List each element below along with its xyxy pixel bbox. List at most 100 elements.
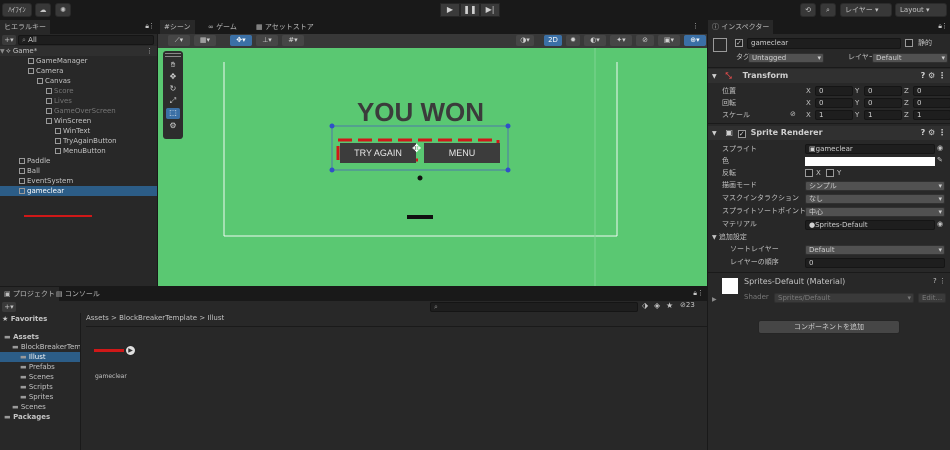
hierarchy-item[interactable]: WinText xyxy=(0,126,157,136)
additional-settings-foldout[interactable]: ▼ 追加設定 xyxy=(712,231,747,243)
tab-project[interactable]: ▣ プロジェクト xyxy=(0,287,59,301)
try-again-button[interactable]: TRY AGAIN xyxy=(340,143,416,163)
cloud-icon[interactable]: ☁ xyxy=(35,3,51,17)
lighting-icon[interactable]: ✹ xyxy=(566,35,580,46)
win-text[interactable]: YOU WON xyxy=(328,98,513,126)
layout-dropdown[interactable]: Layout ▾ xyxy=(895,3,947,17)
snap-icon[interactable]: ⊥▾ xyxy=(256,35,278,46)
position-z-field[interactable]: 0 xyxy=(913,86,950,96)
layers-dropdown[interactable]: レイヤー ▾ xyxy=(840,3,892,17)
create-button[interactable]: +▾ xyxy=(2,35,16,45)
axis-label[interactable]: X xyxy=(806,109,811,121)
hierarchy-item[interactable]: WinScreen xyxy=(0,116,157,126)
grid-snap-icon[interactable]: #▾ xyxy=(282,35,304,46)
flip-x-checkbox[interactable] xyxy=(805,169,813,177)
static-checkbox[interactable] xyxy=(905,39,913,47)
component-menu-icon[interactable]: ? ⚙ ⋮ xyxy=(921,69,946,83)
project-folder-item[interactable]: ▬ Scripts xyxy=(0,382,80,392)
filter-by-type-icon[interactable]: ⬗ xyxy=(642,301,648,310)
object-picker-icon[interactable]: ◉ xyxy=(937,144,943,152)
search-icon[interactable]: ⌕ xyxy=(820,3,836,17)
order-field[interactable]: 0 xyxy=(805,258,945,268)
account-button[interactable]: ﾊｲﾌｲﾝ xyxy=(2,3,32,17)
hierarchy-search-input[interactable]: ⌕ All xyxy=(18,35,154,45)
axis-label[interactable]: Y xyxy=(855,109,859,121)
flip-y-checkbox[interactable] xyxy=(826,169,834,177)
hierarchy-item[interactable]: Paddle xyxy=(0,156,157,166)
project-folder-item[interactable]: ▬ Sprites xyxy=(0,392,80,402)
audio-icon[interactable]: ◐▾ xyxy=(584,35,606,46)
expand-sprite-icon[interactable]: ▶ xyxy=(126,346,135,355)
add-component-button[interactable]: コンポーネントを追加 xyxy=(758,320,900,334)
asset-thumbnail[interactable]: ▶ xyxy=(94,346,135,356)
transform-header[interactable]: ▼ ⤡ Transform ? ⚙ ⋮ xyxy=(708,69,950,83)
favorite-icon[interactable]: ★ xyxy=(666,301,673,310)
material-menu-icon[interactable]: ? ⋮ xyxy=(933,277,946,285)
hierarchy-item[interactable]: EventSystem xyxy=(0,176,157,186)
draw-mode-dropdown[interactable]: シンプル ▾ xyxy=(805,181,945,191)
position-y-field[interactable]: 0 xyxy=(864,86,902,96)
tab-asset-store[interactable]: ▦ アセットストア xyxy=(252,20,318,34)
scale-tool-icon[interactable]: ⤢ xyxy=(166,96,180,107)
tab-console[interactable]: ▤ コンソール xyxy=(52,287,104,301)
more-icon[interactable]: ⋮ xyxy=(941,22,948,30)
hierarchy-item[interactable]: MenuButton xyxy=(0,146,157,156)
shader-edit-button[interactable]: Edit... xyxy=(918,293,946,303)
tab-game[interactable]: ∞ ゲーム xyxy=(204,20,241,34)
scene-viewport[interactable]: ✋︎ ✥ ↻ ⤢ ⬚ ⚙ YOU WON TRY AGAIN MENU ✥ xyxy=(158,48,707,286)
effects-icon[interactable]: ✦▾ xyxy=(610,35,632,46)
breadcrumb-template[interactable]: BlockBreakerTemplate xyxy=(119,314,197,322)
project-folder-item[interactable]: ▬ Packages xyxy=(0,412,80,422)
axis-label[interactable]: X xyxy=(806,97,811,109)
expand-arrow-icon[interactable]: ▶ xyxy=(712,296,717,303)
project-folder-item[interactable]: ▬ Assets xyxy=(0,332,80,342)
sprite-field[interactable]: ▣gameclear xyxy=(805,144,935,154)
hierarchy-item[interactable]: TryAgainButton xyxy=(0,136,157,146)
eyedropper-icon[interactable]: ✎ xyxy=(937,156,943,164)
sort-point-dropdown[interactable]: 中心 ▾ xyxy=(805,207,945,217)
transform-tool-icon[interactable]: ⚙ xyxy=(166,121,180,132)
menu-button[interactable]: MENU xyxy=(424,143,500,163)
scene-row[interactable]: ▼⟡ Game* ⋮ xyxy=(0,46,157,56)
scene-more-icon[interactable]: ⋮ xyxy=(146,46,153,56)
breadcrumb-assets[interactable]: Assets xyxy=(86,314,109,322)
sprite-renderer-header[interactable]: ▼ ▣ ✓ Sprite Renderer ? ⚙ ⋮ xyxy=(708,126,950,140)
tab-hierarchy[interactable]: ヒエラルキー xyxy=(0,20,50,34)
object-name-input[interactable]: gameclear xyxy=(747,38,901,49)
axis-label[interactable]: Z xyxy=(904,109,909,121)
hierarchy-item[interactable]: Lives xyxy=(0,96,157,106)
asset-label[interactable]: gameclear xyxy=(95,371,127,383)
mode-2d-toggle[interactable]: 2D xyxy=(544,35,562,46)
palette-grip-icon[interactable] xyxy=(165,53,181,57)
hierarchy-item[interactable]: GameManager xyxy=(0,56,157,66)
hand-tool-icon[interactable]: ✋︎ xyxy=(166,60,180,71)
move-tool-icon[interactable]: ✥ xyxy=(166,72,180,83)
axis-label[interactable]: Y xyxy=(855,85,859,97)
pause-button[interactable]: ❚❚ xyxy=(460,3,480,17)
axis-label[interactable]: Z xyxy=(904,97,909,109)
gizmo-grid-icon[interactable]: ▦▾ xyxy=(194,35,216,46)
play-button[interactable]: ▶ xyxy=(440,3,460,17)
favorites-row[interactable]: ★ Favorites xyxy=(2,314,47,324)
axis-label[interactable]: X xyxy=(806,85,811,97)
more-icon[interactable]: ⋮ xyxy=(148,22,155,30)
move-handle-icon[interactable]: ✥ xyxy=(412,142,426,155)
hidden-objects-icon[interactable]: ⊘ xyxy=(636,35,654,46)
hierarchy-item[interactable]: Score xyxy=(0,86,157,96)
shading-icon[interactable]: ◑▾ xyxy=(516,35,534,46)
project-folder-item[interactable]: ▬ Scenes xyxy=(0,372,80,382)
material-field[interactable]: ●Sprites-Default xyxy=(805,220,935,230)
sorting-layer-dropdown[interactable]: Default ▾ xyxy=(805,245,945,255)
draw-mode-icon[interactable]: ⟋▾ xyxy=(168,35,190,46)
position-x-field[interactable]: 0 xyxy=(815,86,853,96)
project-folder-item[interactable]: ▬ Scenes xyxy=(0,402,80,412)
project-folder-item[interactable]: ▬ Prefabs xyxy=(0,362,80,372)
collab-icon[interactable]: ✺ xyxy=(55,3,71,17)
scale-z-field[interactable]: 1 xyxy=(913,110,950,120)
maximize-icon[interactable]: ⋮ xyxy=(692,22,699,30)
hierarchy-item[interactable]: Ball xyxy=(0,166,157,176)
component-menu-icon[interactable]: ? ⚙ ⋮ xyxy=(921,126,946,140)
hidden-packages-icon[interactable]: ⊘23 xyxy=(680,301,695,309)
tab-scene[interactable]: #シーン xyxy=(160,20,195,34)
pivot-icon[interactable]: ✥▾ xyxy=(230,35,252,46)
